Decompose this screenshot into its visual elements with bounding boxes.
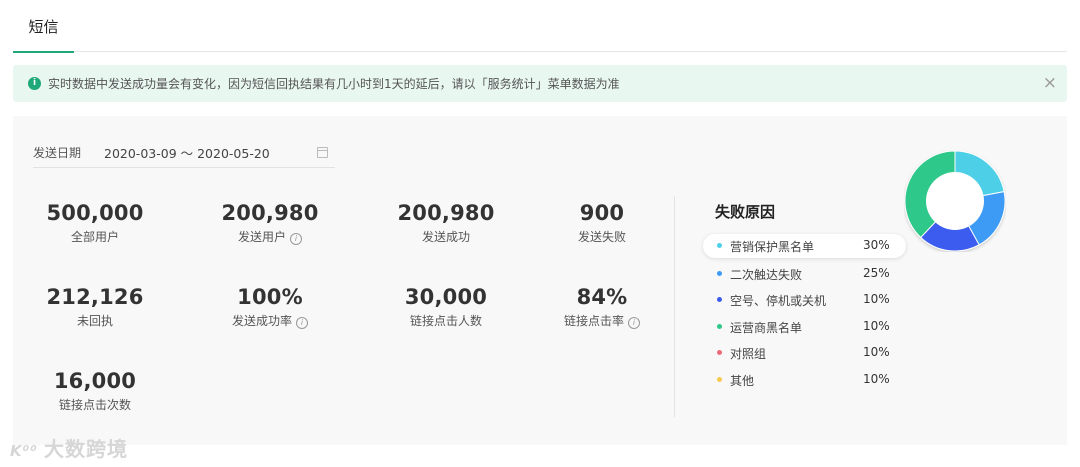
info-icon[interactable]: i xyxy=(296,317,308,329)
tab-sms-label: 短信 xyxy=(28,18,59,36)
stat-card: 84% 链接点击率 i xyxy=(537,284,667,329)
stat-label-text: 发送成功 xyxy=(421,230,470,244)
stat-value: 200,980 xyxy=(221,201,319,225)
stat-label: 发送用户 i xyxy=(205,229,335,245)
stat-label: 发送成功率 i xyxy=(205,313,335,329)
stat-card: 900 发送失败 xyxy=(537,200,667,245)
failure-legend: 营销保护黑名单 30% 二次触达失败 25% 空号、停机或关机 10% 运营商黑名单 10% 对… xyxy=(703,234,906,393)
vertical-divider xyxy=(674,196,675,417)
legend-dot xyxy=(717,270,722,276)
stat-label: 链接点击人数 xyxy=(381,313,511,329)
watermark-logo: K⁰⁰ xyxy=(10,442,38,460)
legend-item[interactable]: 运营商黑名单 10% xyxy=(703,314,906,341)
date-label: 发送日期 xyxy=(33,146,82,160)
close-icon[interactable]: × xyxy=(1043,73,1057,93)
info-icon[interactable]: i xyxy=(628,317,640,329)
stat-card: 200,980 发送成功 xyxy=(381,200,511,245)
stat-card: 30,000 链接点击人数 xyxy=(381,284,511,329)
info-icon[interactable]: i xyxy=(290,233,302,245)
stat-label: 全部用户 xyxy=(30,229,160,245)
stat-card: 500,000 全部用户 xyxy=(30,200,160,245)
legend-item[interactable]: 对照组 10% xyxy=(703,340,906,367)
stat-value: 200,980 xyxy=(397,201,495,225)
legend-name: 其他 xyxy=(730,373,755,388)
stat-label-text: 发送成功率 xyxy=(231,314,292,328)
date-underline xyxy=(33,167,335,168)
legend-dot xyxy=(717,350,722,355)
stat-label-text: 发送用户 xyxy=(237,230,286,244)
stat-value: 500,000 xyxy=(46,201,144,225)
legend-pct: 25% xyxy=(863,265,890,280)
stat-label-text: 发送失败 xyxy=(577,230,626,244)
stat-label: 发送失败 xyxy=(537,229,667,245)
tab-sms[interactable]: 短信 xyxy=(13,0,74,53)
stat-label: 链接点击率 i xyxy=(537,313,667,329)
failure-donut-chart[interactable] xyxy=(904,150,1006,252)
stat-value: 100% xyxy=(237,285,303,309)
legend-name: 营销保护黑名单 xyxy=(730,240,815,254)
stat-value: 30,000 xyxy=(404,285,488,309)
stat-card: 16,000 链接点击次数 xyxy=(30,368,160,413)
stat-card: 212,126 未回执 xyxy=(30,284,160,329)
notice-banner: i 实时数据中发送成功量会有变化，因为短信回执结果有几小时到1天的延后，请以「服… xyxy=(13,65,1067,102)
legend-name: 二次触达失败 xyxy=(730,267,803,282)
stat-value: 212,126 xyxy=(46,285,144,309)
active-tab-indicator xyxy=(13,51,74,53)
watermark: K⁰⁰ 大数跨境 xyxy=(10,433,128,462)
legend-dot xyxy=(717,243,722,248)
legend-name: 空号、停机或关机 xyxy=(730,294,827,308)
legend-item[interactable]: 空号、停机或关机 10% xyxy=(703,287,906,314)
legend-dot xyxy=(717,297,722,302)
legend-dot xyxy=(717,323,722,329)
legend-name: 运营商黑名单 xyxy=(730,320,803,335)
watermark-text: 大数跨境 xyxy=(44,437,128,461)
calendar-icon[interactable] xyxy=(317,147,328,158)
stat-label: 链接点击次数 xyxy=(30,397,160,413)
stat-label-text: 链接点击人数 xyxy=(409,314,482,328)
legend-dot xyxy=(717,376,722,382)
donut-hole xyxy=(926,172,984,230)
legend-item[interactable]: 二次触达失败 25% xyxy=(703,261,906,288)
stat-label-text: 全部用户 xyxy=(70,230,119,244)
legend-item[interactable]: 营销保护黑名单 30% xyxy=(703,234,906,258)
stat-value: 84% xyxy=(576,285,628,309)
failure-title: 失败原因 xyxy=(715,203,776,221)
stat-label: 未回执 xyxy=(30,313,160,329)
stat-value: 900 xyxy=(579,201,625,225)
info-icon: i xyxy=(28,77,41,90)
tab-bar: 短信 xyxy=(13,0,1067,53)
stat-label: 发送成功 xyxy=(381,229,511,245)
date-range-input[interactable]: 2020-03-09 ～ 2020-05-20 xyxy=(104,143,270,162)
legend-item[interactable]: 其他 10% xyxy=(703,367,906,394)
stat-label-text: 未回执 xyxy=(76,314,113,328)
stat-label-text: 链接点击率 xyxy=(563,314,624,328)
stat-label-text: 链接点击次数 xyxy=(58,398,131,412)
legend-pct: 30% xyxy=(863,238,890,252)
notice-text: 实时数据中发送成功量会有变化，因为短信回执结果有几小时到1天的延后，请以「服务统… xyxy=(48,77,620,91)
legend-pct: 10% xyxy=(863,371,890,386)
legend-pct: 10% xyxy=(863,318,890,333)
legend-pct: 10% xyxy=(863,345,890,359)
legend-name: 对照组 xyxy=(730,347,767,361)
stat-value: 16,000 xyxy=(53,369,137,393)
stat-card: 200,980 发送用户 i xyxy=(205,200,335,245)
legend-pct: 10% xyxy=(863,292,890,306)
stat-card: 100% 发送成功率 i xyxy=(205,284,335,329)
